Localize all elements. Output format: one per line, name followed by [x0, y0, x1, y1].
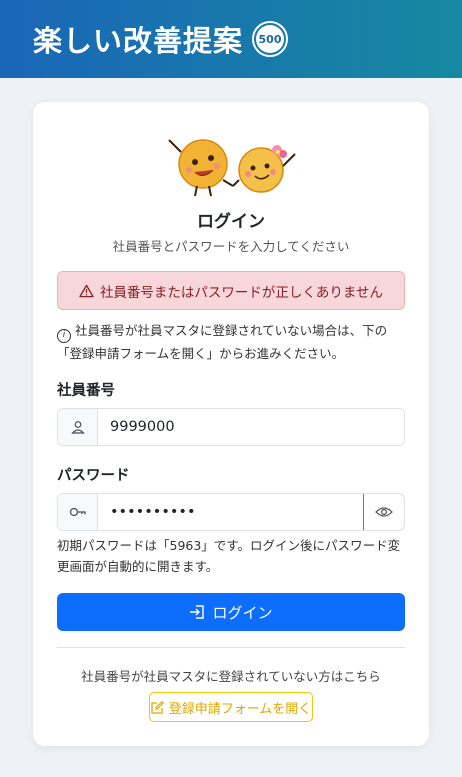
password-input[interactable]	[98, 494, 363, 530]
eye-icon	[375, 507, 393, 517]
password-label: パスワード	[57, 468, 130, 484]
badge-500-text: 500	[256, 25, 285, 53]
login-subtitle: 社員番号とパスワードを入力してください	[112, 239, 350, 254]
login-title: ログイン	[197, 212, 265, 232]
password-hint: 初期パスワードは「5963」です。ログイン後にパスワード変更画面が自動的に開きま…	[57, 538, 401, 574]
login-arrow-icon	[190, 605, 205, 619]
error-alert: 社員番号またはパスワードが正しくありません	[57, 271, 405, 310]
info-circle-icon: i	[57, 328, 71, 343]
divider	[57, 647, 405, 648]
mascot-icon	[168, 139, 296, 197]
info-note-text: 社員番号が社員マスタに登録されていない場合は、下の「登録申請フォームを開く」から…	[57, 323, 388, 361]
app-title: 楽しい改善提案	[33, 24, 244, 58]
open-registration-form-label: 登録申請フォームを開く	[168, 701, 312, 717]
toggle-password-button[interactable]	[363, 494, 404, 530]
app-header: 楽しい改善提案 500	[0, 0, 462, 78]
open-registration-form-button[interactable]: 登録申請フォームを開く	[149, 692, 313, 722]
warning-triangle-icon	[79, 284, 94, 297]
info-note: i 社員番号が社員マスタに登録されていない場合は、下の「登録申請フォームを開く」か…	[57, 320, 409, 364]
login-button-label: ログイン	[212, 603, 273, 622]
login-card: ログイン 社員番号とパスワードを入力してください 社員番号またはパスワードが正し…	[33, 102, 429, 746]
person-icon	[58, 409, 98, 445]
key-icon	[58, 494, 98, 530]
employee-number-group	[57, 408, 405, 446]
register-note: 社員番号が社員マスタに登録されていない方はこちら	[81, 669, 381, 684]
edit-icon	[151, 700, 164, 714]
employee-number-input[interactable]	[98, 409, 404, 445]
login-button[interactable]: ログイン	[57, 593, 405, 631]
password-group	[57, 493, 405, 531]
error-alert-text: 社員番号またはパスワードが正しくありません	[99, 284, 384, 301]
badge-500: 500	[252, 21, 289, 57]
employee-number-label: 社員番号	[57, 383, 115, 399]
